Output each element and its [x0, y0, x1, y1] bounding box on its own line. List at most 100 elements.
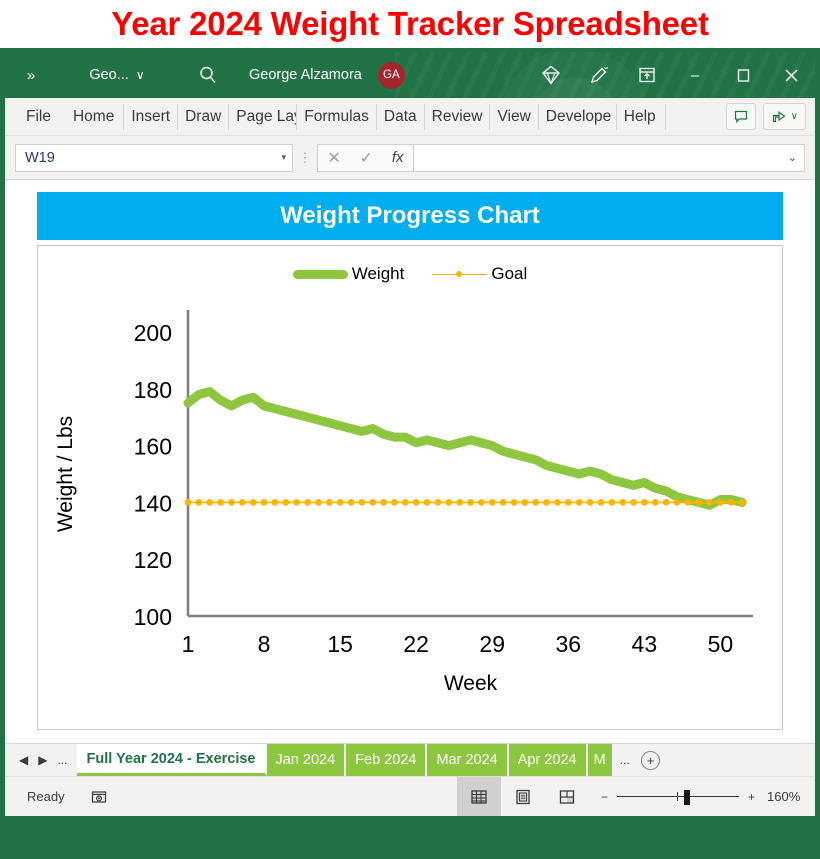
minimize-button[interactable]: –: [671, 52, 719, 98]
sheet-tab-jan-2024[interactable]: Jan 2024: [266, 744, 347, 776]
sheet-tab-apr-2024[interactable]: Apr 2024: [508, 744, 588, 776]
close-button[interactable]: [767, 52, 815, 98]
expand-formula-bar-icon[interactable]: ⌄: [788, 151, 797, 164]
series-marker-goal: [195, 499, 203, 506]
sheet-tab-may-2024-truncated[interactable]: M: [587, 744, 614, 776]
page-layout-view-icon: [516, 789, 530, 804]
worksheet-area: Weight Progress Chart Weight Goal 100 120…: [5, 180, 815, 743]
name-box[interactable]: W19 ▾: [15, 143, 293, 172]
file-name-dropdown[interactable]: Geo... ∨: [57, 52, 177, 98]
series-marker-goal: [228, 499, 235, 506]
page-break-view-icon: [559, 789, 575, 804]
series-marker-goal: [662, 499, 670, 506]
series-marker-goal: [477, 499, 485, 506]
maximize-icon: [737, 68, 749, 82]
series-marker-goal: [640, 499, 648, 506]
weight-progress-chart[interactable]: Weight Goal 100 120 140 160 180 200 1 8 15 22 29 36…: [37, 245, 783, 730]
series-marker-goal: [184, 499, 192, 506]
pen-icon: [591, 67, 608, 83]
series-marker-goal: [738, 499, 746, 506]
y-tick-label: 160: [134, 434, 172, 460]
series-marker-goal: [510, 499, 518, 506]
zoom-level-label[interactable]: 160%: [767, 789, 815, 804]
confirm-entry-icon[interactable]: ✓: [360, 148, 373, 168]
tab-draw[interactable]: Draw: [178, 103, 230, 130]
title-bar-spacer: [405, 52, 527, 98]
series-marker-goal: [358, 499, 366, 506]
sheet-nav-next-button[interactable]: ▶: [38, 753, 47, 767]
zoom-in-button[interactable]: +: [748, 790, 755, 804]
share-caret-icon: ∨: [790, 111, 798, 122]
title-bar: » Geo... ∨ George Alzamora GA –: [5, 52, 815, 98]
formula-input[interactable]: ⌄: [413, 143, 805, 172]
tab-help[interactable]: Help: [617, 103, 666, 130]
sheet-nav-ellipsis[interactable]: ...: [57, 753, 67, 767]
copilot-button[interactable]: [527, 52, 575, 98]
comments-button[interactable]: [725, 103, 756, 130]
search-icon: [200, 66, 216, 84]
draw-pen-button[interactable]: [575, 52, 623, 98]
tab-review[interactable]: Review: [425, 103, 491, 130]
sheet-tab-feb-2024[interactable]: Feb 2024: [346, 744, 428, 776]
share-button[interactable]: ∨: [762, 103, 806, 130]
series-marker-goal: [467, 499, 474, 506]
sheet-tab-bar-filler: [666, 744, 815, 776]
tab-formulas[interactable]: Formulas: [297, 103, 377, 130]
plus-icon: +: [641, 750, 661, 770]
tab-developer[interactable]: Develope: [539, 103, 617, 130]
page-layout-view-button[interactable]: [501, 777, 545, 816]
sheet-tab-full-year-2024-exercise[interactable]: Full Year 2024 - Exercise: [77, 744, 267, 776]
zoom-slider-midpoint: [676, 791, 679, 801]
tab-data[interactable]: Data: [377, 103, 425, 130]
tab-insert[interactable]: Insert: [124, 103, 179, 130]
series-marker-goal: [575, 499, 583, 506]
tab-page-layout[interactable]: Page Layo: [229, 103, 298, 130]
tab-view[interactable]: View: [490, 103, 539, 130]
x-tick-label: 22: [403, 631, 429, 657]
ribbon-display-options-icon: [639, 67, 655, 83]
series-marker-goal: [673, 499, 681, 506]
series-marker-goal: [325, 499, 333, 506]
x-tick-label: 36: [555, 631, 581, 657]
series-marker-goal: [554, 499, 561, 506]
series-marker-goal: [238, 499, 246, 506]
add-sheet-button[interactable]: +: [636, 744, 666, 776]
series-marker-goal: [260, 499, 268, 506]
tab-file[interactable]: File: [13, 104, 64, 130]
series-marker-goal: [391, 499, 398, 506]
avatar[interactable]: GA: [377, 61, 405, 89]
sheet-tab-mar-2024[interactable]: Mar 2024: [427, 744, 509, 776]
insert-function-icon[interactable]: fx: [392, 149, 404, 166]
series-marker-goal: [597, 499, 605, 506]
series-marker-goal: [499, 499, 507, 506]
zoom-out-button[interactable]: −: [601, 790, 608, 804]
page-break-view-button[interactable]: [545, 777, 589, 816]
series-marker-goal: [608, 499, 616, 506]
series-marker-goal: [619, 499, 627, 506]
formula-bar-grip[interactable]: ⋮: [293, 151, 317, 164]
sheet-tab-bar: ◀ ▶ ... Full Year 2024 - Exercise Jan 20…: [5, 743, 815, 776]
search-button[interactable]: [177, 52, 239, 98]
x-tick-label: 50: [708, 631, 734, 657]
chevron-down-icon: ∨: [135, 68, 145, 82]
zoom-slider-thumb[interactable]: [683, 789, 690, 805]
comment-icon: [734, 110, 747, 123]
diamond-icon: [542, 65, 560, 85]
series-marker-goal: [434, 499, 442, 506]
status-text: Ready: [27, 789, 65, 804]
normal-view-button[interactable]: [456, 777, 501, 816]
quick-access-overflow-button[interactable]: »: [5, 52, 57, 98]
tab-home[interactable]: Home: [64, 103, 125, 130]
sheet-tab-overflow-ellipsis[interactable]: ...: [614, 744, 636, 776]
sheet-nav-prev-button[interactable]: ◀: [19, 753, 28, 767]
ribbon-display-options-button[interactable]: [623, 52, 671, 98]
series-marker-goal: [217, 499, 224, 506]
share-icon: [772, 110, 786, 122]
maximize-button[interactable]: [719, 52, 767, 98]
macro-record-button[interactable]: [77, 788, 121, 806]
ribbon-tab-strip: File Home Insert Draw Page Layo Formulas…: [5, 98, 815, 136]
cancel-entry-icon[interactable]: ✕: [327, 148, 340, 168]
zoom-slider[interactable]: [616, 789, 739, 805]
account-name[interactable]: George Alzamora: [239, 52, 372, 98]
chart-plot-area: 100 120 140 160 180 200 1 8 15 22 29 36 43 50 Weight /…: [54, 310, 753, 695]
